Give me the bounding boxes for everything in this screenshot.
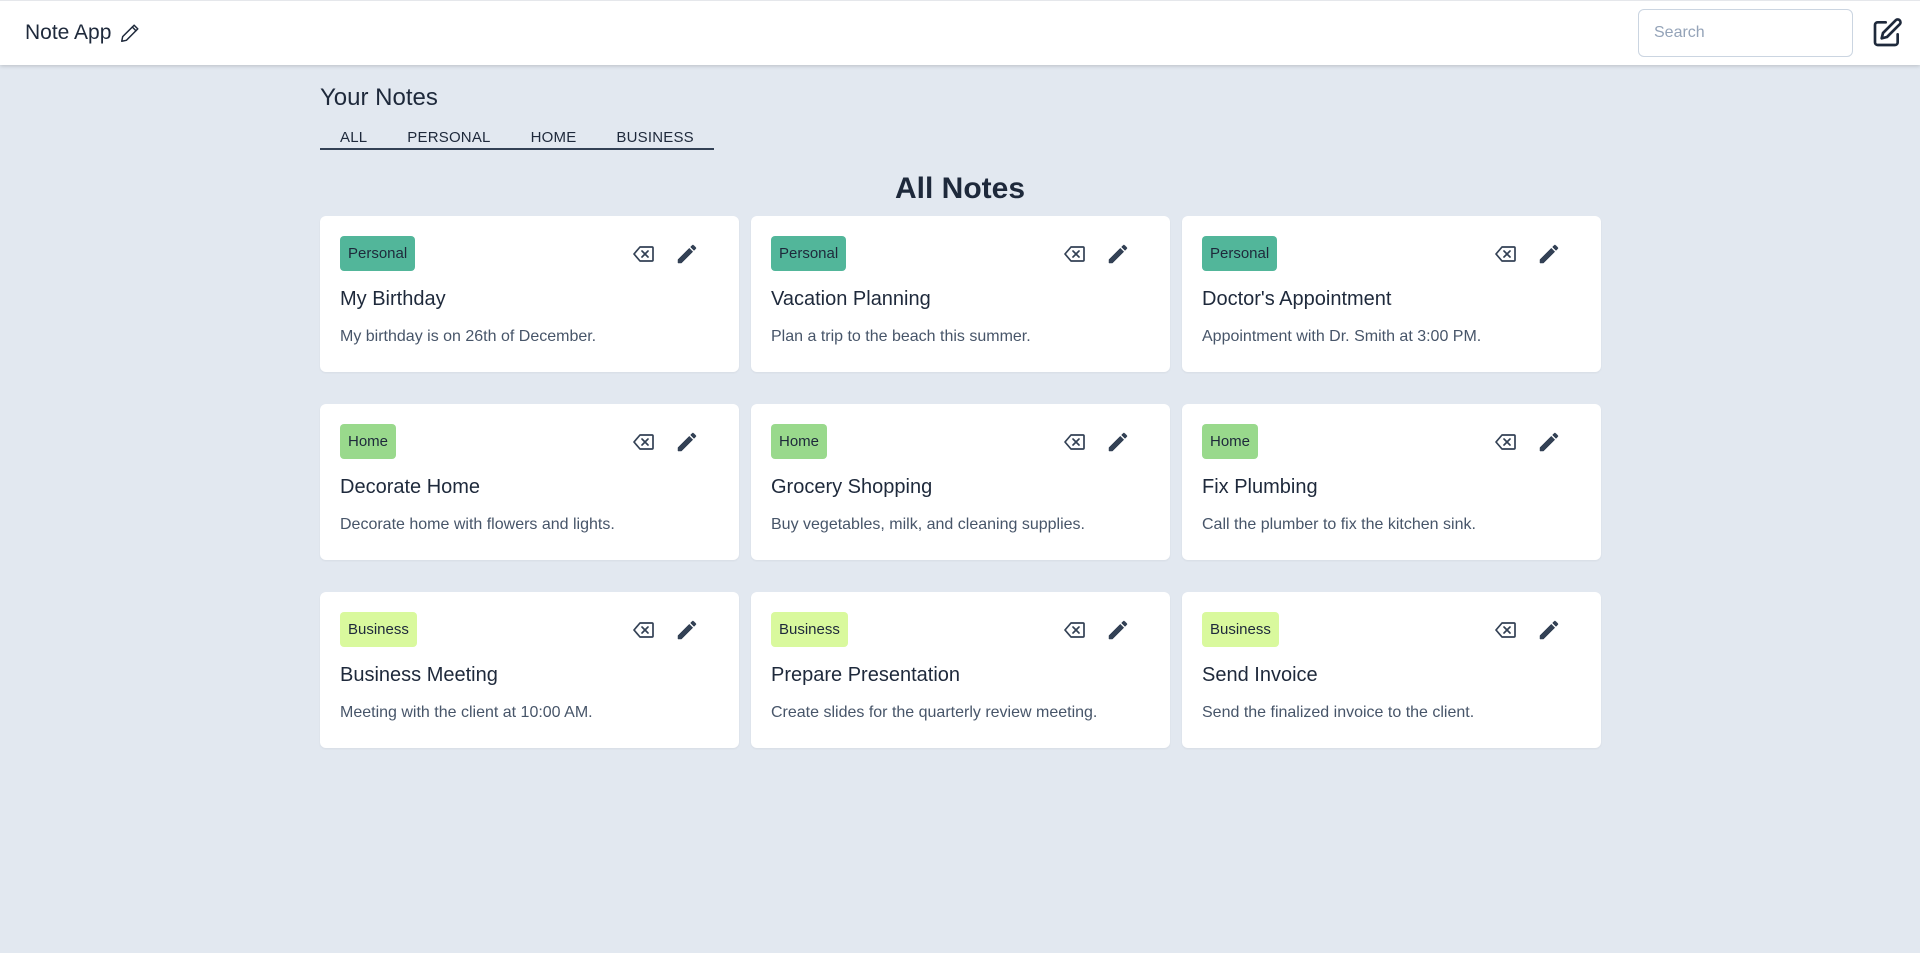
section-title: Your Notes bbox=[320, 84, 438, 111]
edit-note-button[interactable] bbox=[675, 430, 699, 454]
brand[interactable]: Note App bbox=[25, 21, 141, 45]
note-card: Personal bbox=[1182, 216, 1601, 372]
search-input[interactable] bbox=[1638, 9, 1853, 57]
card-actions bbox=[1062, 618, 1130, 642]
note-card: Home bbox=[1182, 404, 1601, 560]
note-title: My Birthday bbox=[340, 288, 446, 310]
delete-note-button[interactable] bbox=[1493, 430, 1517, 454]
tab-home[interactable]: HOME bbox=[511, 129, 597, 148]
note-title: Send Invoice bbox=[1202, 664, 1318, 686]
backspace-x-icon bbox=[1493, 242, 1517, 266]
pencil-icon bbox=[1106, 430, 1130, 454]
note-description: Call the plumber to fix the kitchen sink… bbox=[1202, 516, 1476, 533]
pencil-icon bbox=[1106, 242, 1130, 266]
note-description: Send the finalized invoice to the client… bbox=[1202, 704, 1475, 721]
delete-note-button[interactable] bbox=[631, 242, 655, 266]
category-badge: Business bbox=[1202, 612, 1279, 647]
card-actions bbox=[631, 430, 699, 454]
main-content: Your Notes ALL PERSONAL HOME BUSINESS Al… bbox=[320, 65, 1601, 748]
note-description: Buy vegetables, milk, and cleaning suppl… bbox=[771, 516, 1085, 533]
notes-grid: Personal My Birthday My birthday is on 2… bbox=[320, 216, 1601, 748]
delete-note-button[interactable] bbox=[1062, 618, 1086, 642]
note-description: Plan a trip to the beach this summer. bbox=[771, 328, 1031, 345]
note-card: Business bbox=[751, 592, 1170, 748]
pencil-icon bbox=[675, 618, 699, 642]
pencil-icon bbox=[675, 430, 699, 454]
note-title: Business Meeting bbox=[340, 664, 498, 686]
note-title: Grocery Shopping bbox=[771, 476, 933, 498]
card-actions bbox=[1493, 430, 1561, 454]
app-title: Note App bbox=[25, 21, 112, 44]
note-title: Vacation Planning bbox=[771, 288, 931, 310]
category-badge: Personal bbox=[1202, 236, 1278, 271]
note-title: Doctor's Appointment bbox=[1202, 288, 1392, 310]
category-badge: Home bbox=[771, 424, 828, 459]
top-navbar: Note App bbox=[0, 0, 1920, 65]
category-badge: Personal bbox=[340, 236, 416, 271]
edit-note-button[interactable] bbox=[1106, 242, 1130, 266]
delete-note-button[interactable] bbox=[631, 618, 655, 642]
card-actions bbox=[631, 618, 699, 642]
pencil-icon bbox=[1537, 618, 1561, 642]
note-description: My birthday is on 26th of December. bbox=[340, 328, 597, 345]
backspace-x-icon bbox=[631, 242, 655, 266]
tab-all[interactable]: ALL bbox=[320, 129, 387, 148]
note-title: Decorate Home bbox=[340, 476, 481, 498]
note-title: Prepare Presentation bbox=[771, 664, 961, 686]
note-card: Home bbox=[751, 404, 1170, 560]
edit-note-button[interactable] bbox=[1537, 242, 1561, 266]
delete-note-button[interactable] bbox=[631, 430, 655, 454]
pencil-icon bbox=[1537, 430, 1561, 454]
backspace-x-icon bbox=[631, 618, 655, 642]
note-card: Personal bbox=[751, 216, 1170, 372]
edit-note-button[interactable] bbox=[1106, 430, 1130, 454]
note-description: Appointment with Dr. Smith at 3:00 PM. bbox=[1202, 328, 1482, 345]
edit-note-button[interactable] bbox=[1537, 618, 1561, 642]
category-badge: Personal bbox=[771, 236, 847, 271]
delete-note-button[interactable] bbox=[1493, 242, 1517, 266]
tab-personal[interactable]: PERSONAL bbox=[387, 129, 510, 148]
delete-note-button[interactable] bbox=[1062, 242, 1086, 266]
delete-note-button[interactable] bbox=[1493, 618, 1517, 642]
backspace-x-icon bbox=[1062, 618, 1086, 642]
note-card: Personal bbox=[320, 216, 739, 372]
delete-note-button[interactable] bbox=[1062, 430, 1086, 454]
card-actions bbox=[1493, 618, 1561, 642]
tab-business[interactable]: BUSINESS bbox=[596, 129, 713, 148]
note-description: Meeting with the client at 10:00 AM. bbox=[340, 704, 593, 721]
backspace-x-icon bbox=[631, 430, 655, 454]
note-card: Business bbox=[1182, 592, 1601, 748]
card-actions bbox=[631, 242, 699, 266]
note-title: Fix Plumbing bbox=[1202, 476, 1318, 498]
backspace-x-icon bbox=[1493, 618, 1517, 642]
card-actions bbox=[1493, 242, 1561, 266]
note-card: Business bbox=[320, 592, 739, 748]
pencil-icon bbox=[1537, 242, 1561, 266]
page-title: All Notes bbox=[894, 172, 1026, 205]
pencil-icon bbox=[119, 22, 141, 44]
card-actions bbox=[1062, 242, 1130, 266]
note-description: Decorate home with flowers and lights. bbox=[340, 516, 615, 533]
category-badge: Business bbox=[340, 612, 417, 647]
note-card: Home bbox=[320, 404, 739, 560]
backspace-x-icon bbox=[1062, 430, 1086, 454]
edit-note-button[interactable] bbox=[1106, 618, 1130, 642]
category-badge: Business bbox=[771, 612, 848, 647]
card-actions bbox=[1062, 430, 1130, 454]
edit-square-icon bbox=[1871, 17, 1903, 49]
edit-note-button[interactable] bbox=[1537, 430, 1561, 454]
backspace-x-icon bbox=[1062, 242, 1086, 266]
note-description: Create slides for the quarterly review m… bbox=[771, 704, 1098, 721]
new-note-button[interactable] bbox=[1871, 17, 1903, 49]
category-badge: Home bbox=[1202, 424, 1259, 459]
backspace-x-icon bbox=[1493, 430, 1517, 454]
pencil-icon bbox=[675, 242, 699, 266]
edit-note-button[interactable] bbox=[675, 242, 699, 266]
edit-note-button[interactable] bbox=[675, 618, 699, 642]
category-badge: Home bbox=[340, 424, 397, 459]
category-tabs: ALL PERSONAL HOME BUSINESS bbox=[320, 129, 714, 150]
pencil-icon bbox=[1106, 618, 1130, 642]
